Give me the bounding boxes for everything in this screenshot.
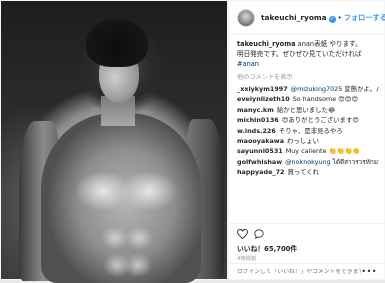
comment-username[interactable]: evelynlizeth10: [237, 95, 290, 103]
comment-text: Muy caliente 👏👏👏👏: [285, 147, 361, 156]
comment-rows: _xxiykym1997@mizuking7025 変態かよ。パッとみたら一番上…: [237, 84, 379, 178]
comment-username[interactable]: manyc.km: [237, 106, 274, 114]
comment-row: w.inds.226 そりゃ、是非見るやろ: [237, 126, 379, 136]
comment-input[interactable]: [237, 268, 362, 275]
header-username[interactable]: takeuchi_ryoma ✓: [261, 13, 336, 23]
post-timestamp: 4時間前: [237, 256, 257, 262]
comment-mention[interactable]: @mizuking7025: [291, 85, 343, 93]
follow-button[interactable]: フォローする: [344, 13, 385, 23]
comment-username[interactable]: sayunni0531: [237, 147, 283, 155]
caption-line2: 明日発売です。ぜひぜひ見ていただければ: [237, 50, 362, 58]
comment-icon[interactable]: [254, 229, 264, 239]
avatar[interactable]: [237, 8, 255, 27]
comment-username[interactable]: _xxiykym1997: [237, 85, 288, 93]
comment-text: ได้ดีสาวรวรหักมาไปรด: [332, 157, 379, 166]
post-side-panel: takeuchi_ryoma ✓ • フォローする takeuchi_ryoma …: [228, 1, 385, 279]
caption-line1: anan表紙 やります。: [297, 40, 362, 48]
post-photo[interactable]: [1, 1, 227, 283]
action-icons: [237, 228, 377, 240]
comment-row: sayunni0531 Muy caliente 👏👏👏👏: [237, 146, 379, 156]
like-count[interactable]: いいね！65,700件: [237, 243, 377, 253]
comment-row: maooyakawa わっしょい: [237, 136, 379, 146]
comment-text: そりゃ、是非見るやろ: [278, 126, 343, 135]
comment-text: 買ってくれ: [287, 168, 319, 177]
more-options-icon[interactable]: •••: [361, 267, 377, 276]
comment-text: 変態かよ。パッとみたら一番上にコメントあって笑ったわ: [344, 85, 379, 93]
comment-row: _xxiykym1997@mizuking7025 変態かよ。パッとみたら一番上…: [237, 84, 379, 94]
post-caption: takeuchi_ryoma anan表紙 やります。 明日発売です。ぜひぜひ見…: [237, 39, 379, 69]
comment-row: manyc.km 給かと思いました😂: [237, 105, 379, 115]
comment-username[interactable]: maooyakawa: [237, 137, 284, 145]
comment-text: So handsome 😍😍😍: [292, 95, 359, 104]
load-more-comments-link[interactable]: 他のコメントを表示: [237, 72, 379, 81]
post-header: takeuchi_ryoma ✓ • フォローする: [229, 1, 385, 35]
separator-dot: •: [337, 13, 342, 22]
comment-mention[interactable]: @noknokyung: [285, 158, 330, 166]
comment-username[interactable]: golfwhishaw: [237, 158, 282, 166]
comment-row: golfwhishaw@noknokyung ได้ดีสาวรวรหักมาไ…: [237, 157, 379, 167]
comment-text: わっしょい: [287, 137, 319, 146]
comment-username[interactable]: michin0136: [237, 116, 279, 124]
comment-row: evelynlizeth10 So handsome 😍😍😍: [237, 94, 379, 104]
comment-username[interactable]: w.inds.226: [237, 127, 276, 135]
post-frame: takeuchi_ryoma ✓ • フォローする takeuchi_ryoma …: [0, 0, 385, 283]
verified-badge-icon: ✓: [328, 15, 336, 23]
comment-text: 給かと思いました😂: [276, 105, 336, 114]
add-comment-bar: •••: [229, 263, 385, 279]
comment-text: 😍ありがとうございます😍: [281, 116, 359, 125]
comment-row: happyade_72 買ってくれ: [237, 167, 379, 177]
heart-icon[interactable]: [237, 229, 248, 239]
comment-row: michin0136 😍ありがとうございます😍: [237, 115, 379, 125]
caption-hashtag[interactable]: #anan: [237, 59, 379, 69]
comments-list[interactable]: takeuchi_ryoma anan表紙 やります。 明日発売です。ぜひぜひ見…: [229, 39, 385, 221]
comment-username[interactable]: happyade_72: [237, 168, 285, 176]
caption-username[interactable]: takeuchi_ryoma: [237, 40, 296, 48]
